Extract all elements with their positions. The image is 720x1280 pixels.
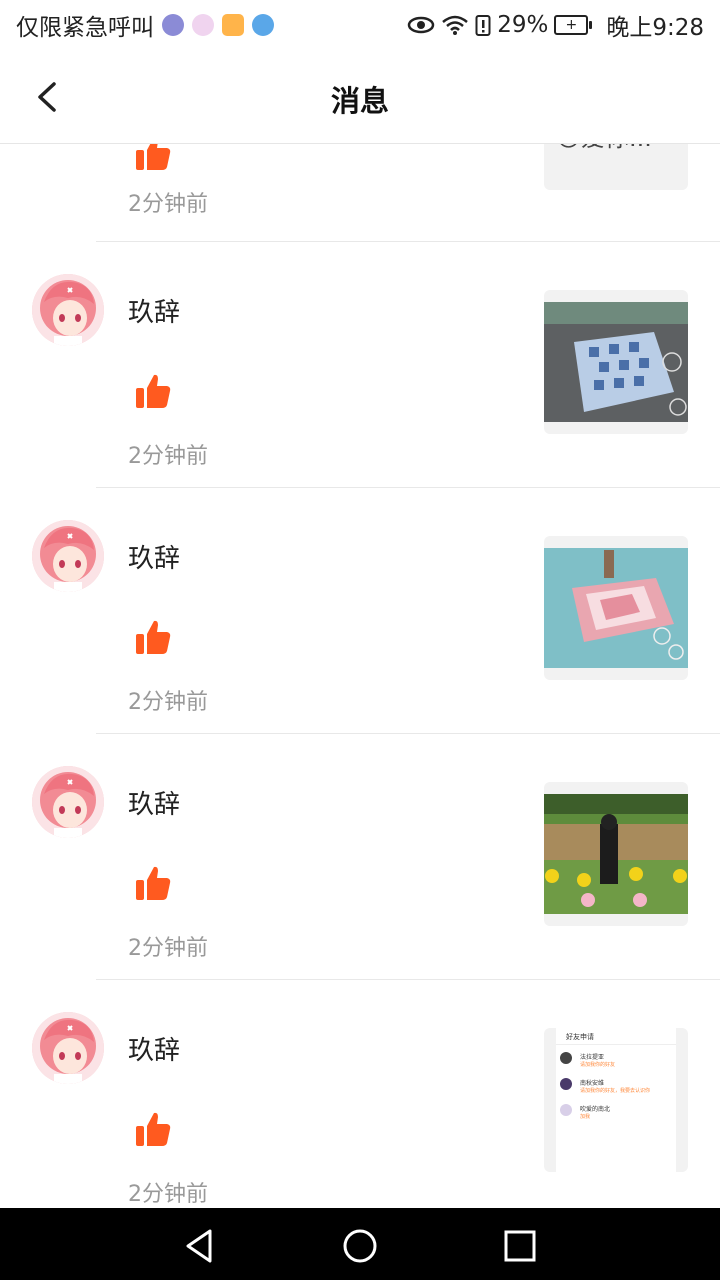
content-thumbnail[interactable]: 😊爱你... [544,144,688,190]
telegram-app-icon [252,14,274,36]
chessboard-game-scene-image [544,302,688,422]
username: 玖辞 [128,544,181,574]
wifi-icon [442,15,469,35]
battery-icon: + [554,15,593,35]
anime-avatar-image [32,1012,104,1084]
timestamp: 2分钟前 [128,192,208,217]
status-left: 仅限紧急呼叫 [0,8,274,42]
thumbs-up-icon [136,620,171,654]
battery-percent: 29% [497,12,549,38]
friends-list-screenshot: 好友申请 法拉提亚 请加我你的好友 南秋安维 请加我你的好友，我要去认识你 吹爱… [556,1028,676,1172]
system-navigation-bar [0,1208,720,1280]
content-thumbnail[interactable] [544,536,688,680]
sparkle-app-icon [192,14,214,36]
character-flowers-game-scene-image [544,794,688,914]
avatar [560,1052,572,1064]
avatar [560,1104,572,1116]
carrier-text: 仅限紧急呼叫 [16,15,154,41]
pink-maze-game-scene-image [544,548,688,668]
thumbs-up-icon [136,144,171,170]
timestamp: 2分钟前 [128,936,208,961]
play-app-icon [222,14,244,36]
friend-name: 吹爱的南北 [580,1106,611,1113]
back-triangle-icon[interactable] [180,1226,220,1266]
username: 玖辞 [128,298,181,328]
friend-note: 加我 [580,1114,591,1120]
header: 消息 [0,50,720,144]
anime-avatar-image [32,766,104,838]
username: 玖辞 [128,1036,181,1066]
eye-icon [407,16,435,34]
list-item[interactable]: 玖辞 2分钟前 [0,734,720,980]
music-app-icon [162,14,184,36]
anime-avatar-image [32,274,104,346]
content-thumbnail[interactable] [544,782,688,926]
friend-note: 请加我你的好友，我要去认识你 [580,1088,651,1094]
status-bar: 仅限紧急呼叫 29% + 晚上9:28 [0,0,720,50]
avatar[interactable] [32,1012,104,1084]
avatar [560,1078,572,1090]
timestamp: 2分钟前 [128,444,208,469]
page-title: 消息 [330,84,389,118]
divider [556,1044,676,1045]
message-list[interactable]: 😊爱你... 2分钟前 玖辞 2分钟前 [0,144,720,1208]
list-item[interactable]: 玖辞 2分钟前 [0,488,720,734]
avatar[interactable] [32,766,104,838]
thumbs-up-icon [136,374,171,408]
alert-battery-icon [475,15,491,36]
list-item[interactable]: 😊爱你... 2分钟前 [0,144,720,242]
recents-square-icon[interactable] [500,1226,540,1266]
anime-avatar-image [32,520,104,592]
username: 玖辞 [128,790,181,820]
home-circle-icon[interactable] [340,1226,380,1266]
friends-screenshot-header: 好友申请 [566,1033,594,1041]
friend-note: 请加我你的好友 [580,1062,616,1068]
timestamp: 2分钟前 [128,690,208,715]
friend-name: 南秋安维 [580,1080,605,1087]
list-item[interactable]: 玖辞 2分钟前 好友申请 法拉提亚 请加我你的好友 南秋安维 请加我你的好友，我… [0,980,720,1208]
thumbs-up-icon [136,1112,171,1146]
avatar[interactable] [32,520,104,592]
content-thumbnail[interactable]: 好友申请 法拉提亚 请加我你的好友 南秋安维 请加我你的好友，我要去认识你 吹爱… [544,1028,688,1172]
timestamp: 2分钟前 [128,1182,208,1207]
preview-text: 😊爱你... [556,144,652,153]
clock: 晚上9:28 [606,15,704,41]
status-right: 29% + 晚上9:28 [407,8,720,42]
avatar[interactable] [32,274,104,346]
list-item[interactable]: 玖辞 2分钟前 [0,242,720,488]
thumbs-up-icon [136,866,171,900]
friend-name: 法拉提亚 [580,1054,605,1061]
content-thumbnail[interactable] [544,290,688,434]
